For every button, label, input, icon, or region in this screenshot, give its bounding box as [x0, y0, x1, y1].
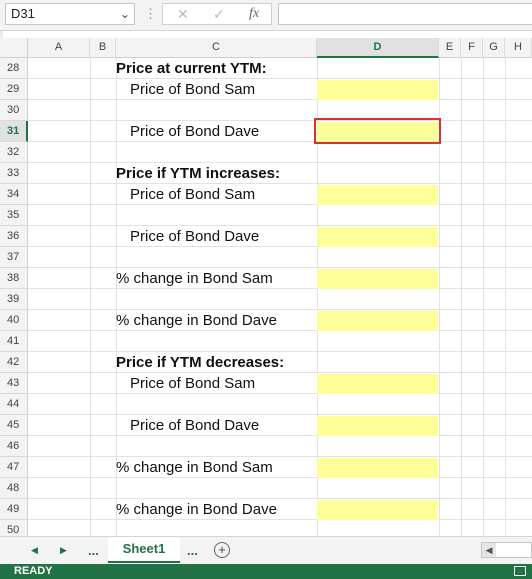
formula-bar-separator: ⋮ — [144, 6, 157, 21]
input-cell-d38[interactable] — [317, 269, 438, 289]
row-header-49[interactable]: 49 — [0, 499, 28, 520]
next-sheet-icon[interactable]: ▶ — [60, 545, 67, 556]
cell-c33[interactable]: Price if YTM increases: — [116, 163, 316, 184]
row-header-28[interactable]: 28 — [0, 58, 28, 79]
normal-view-icon[interactable] — [514, 566, 526, 576]
cell-c49[interactable]: % change in Bond Dave — [116, 499, 316, 520]
input-cell-d49[interactable] — [317, 500, 438, 520]
column-header-a[interactable]: A — [28, 38, 90, 58]
row-header-32[interactable]: 32 — [0, 142, 28, 163]
selected-cell-outline — [314, 118, 441, 144]
row-header-36[interactable]: 36 — [0, 226, 28, 247]
cell-c45[interactable]: Price of Bond Dave — [116, 415, 330, 436]
input-cell-d40[interactable] — [317, 311, 438, 331]
column-header-e[interactable]: E — [439, 38, 461, 58]
column-header-c[interactable]: C — [116, 38, 317, 58]
row-header-42[interactable]: 42 — [0, 352, 28, 373]
row-header-46[interactable]: 46 — [0, 436, 28, 457]
insert-function-icon[interactable]: fx — [249, 6, 259, 22]
formula-input[interactable] — [278, 3, 532, 25]
cell-c28[interactable]: Price at current YTM: — [116, 58, 316, 79]
input-cell-d36[interactable] — [317, 227, 438, 247]
more-sheets-right[interactable]: ... — [187, 543, 198, 558]
row-header-29[interactable]: 29 — [0, 79, 28, 100]
cell-c36[interactable]: Price of Bond Dave — [116, 226, 330, 247]
input-cell-d43[interactable] — [317, 374, 438, 394]
row-header-34[interactable]: 34 — [0, 184, 28, 205]
input-cell-d29[interactable] — [317, 80, 438, 100]
row-header-38[interactable]: 38 — [0, 268, 28, 289]
cell-c40[interactable]: % change in Bond Dave — [116, 310, 316, 331]
cell-c38[interactable]: % change in Bond Sam — [116, 268, 316, 289]
chevron-down-icon[interactable]: ⌄ — [120, 4, 130, 24]
formula-bar: D31 ⌄ ⋮ ✕ ✓ fx — [0, 0, 532, 31]
column-header-d[interactable]: D — [317, 38, 439, 58]
row-header-33[interactable]: 33 — [0, 163, 28, 184]
gridline — [505, 58, 506, 536]
cell-c42[interactable]: Price if YTM decreases: — [116, 352, 316, 373]
row-header-41[interactable]: 41 — [0, 331, 28, 352]
row-header-39[interactable]: 39 — [0, 289, 28, 310]
status-bar: READY — [0, 564, 532, 579]
row-header-45[interactable]: 45 — [0, 415, 28, 436]
gridline — [90, 58, 91, 536]
row-header-43[interactable]: 43 — [0, 373, 28, 394]
row-header-31[interactable]: 31 — [0, 121, 28, 142]
status-mode: READY — [14, 565, 53, 577]
column-header-b[interactable]: B — [90, 38, 116, 58]
cell-c31[interactable]: Price of Bond Dave — [116, 121, 330, 142]
input-cell-d45[interactable] — [317, 416, 438, 436]
formula-bar-buttons: ✕ ✓ fx — [162, 3, 272, 25]
sheet-tabs-bar: ◀ ▶ ... Sheet1 ... + ◀ — [0, 536, 532, 565]
cell-c34[interactable]: Price of Bond Sam — [116, 184, 330, 205]
scroll-left-icon[interactable]: ◀ — [482, 543, 496, 557]
horizontal-scrollbar[interactable]: ◀ — [481, 542, 532, 558]
name-box[interactable]: D31 ⌄ — [5, 3, 135, 25]
add-sheet-icon[interactable]: + — [214, 542, 230, 558]
row-header-47[interactable]: 47 — [0, 457, 28, 478]
column-header-h[interactable]: H — [505, 38, 532, 58]
sheet-tab-sheet1[interactable]: Sheet1 — [108, 537, 180, 563]
gridline — [461, 58, 462, 536]
row-header-48[interactable]: 48 — [0, 478, 28, 499]
cancel-icon[interactable]: ✕ — [177, 6, 189, 23]
column-header-f[interactable]: F — [461, 38, 483, 58]
cell-c43[interactable]: Price of Bond Sam — [116, 373, 330, 394]
row-header-35[interactable]: 35 — [0, 205, 28, 226]
input-cell-d34[interactable] — [317, 185, 438, 205]
row-header-37[interactable]: 37 — [0, 247, 28, 268]
input-cell-d47[interactable] — [317, 458, 438, 478]
gridline — [483, 58, 484, 536]
row-header-40[interactable]: 40 — [0, 310, 28, 331]
enter-icon[interactable]: ✓ — [213, 6, 225, 23]
row-header-44[interactable]: 44 — [0, 394, 28, 415]
column-header-g[interactable]: G — [483, 38, 505, 58]
more-sheets-left[interactable]: ... — [88, 543, 99, 558]
cell-c47[interactable]: % change in Bond Sam — [116, 457, 316, 478]
prev-sheet-icon[interactable]: ◀ — [31, 545, 38, 556]
select-all-corner[interactable] — [0, 38, 28, 58]
row-header-30[interactable]: 30 — [0, 100, 28, 121]
cell-c29[interactable]: Price of Bond Sam — [116, 79, 330, 100]
name-box-value: D31 — [11, 6, 35, 21]
